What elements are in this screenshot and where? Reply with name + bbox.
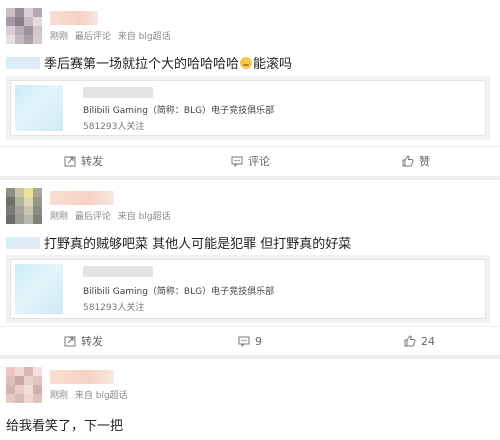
- repost-button[interactable]: 转发: [64, 147, 103, 175]
- supertopic-card[interactable]: Bilibili Gaming（简称：BLG）电子竞技俱乐部 581293人关注: [10, 80, 486, 136]
- post-content: 季后赛第一场就拉个大的哈哈哈哈 能滚吗: [6, 53, 292, 72]
- comment-icon: [231, 156, 243, 167]
- post-content: 给我看笑了，下一把: [6, 415, 123, 434]
- comment-button[interactable]: 9: [238, 327, 262, 355]
- supertopic-name: [83, 87, 153, 98]
- supertopic-thumbnail: [15, 264, 63, 314]
- like-button[interactable]: 24: [404, 327, 435, 355]
- comment-button[interactable]: 评论: [231, 147, 270, 175]
- repost-label: 转发: [81, 155, 103, 168]
- post-source[interactable]: 来自 blg超话: [118, 32, 171, 42]
- post-source[interactable]: 来自 blg超话: [118, 212, 171, 222]
- thumbs-up-icon: [404, 335, 416, 347]
- post-kind: 最后评论: [74, 32, 111, 42]
- post-time: 刚刚: [50, 212, 69, 222]
- post-text: 给我看笑了，下一把: [6, 419, 124, 434]
- repost-button[interactable]: 转发: [64, 327, 103, 355]
- comment-label: 评论: [248, 155, 270, 168]
- weibo-feed: 刚刚 最后评论 来自 blg超话 季后赛第一场就拉个大的哈哈哈哈 能滚吗 Bili…: [0, 0, 500, 440]
- supertopic-card[interactable]: Bilibili Gaming（简称：BLG）电子竞技俱乐部 581293人关注: [10, 259, 486, 319]
- repost-box[interactable]: Bilibili Gaming（简称：BLG）电子竞技俱乐部 581293人关注: [6, 255, 490, 323]
- action-bar: 转发 9 24: [0, 326, 500, 355]
- post-text: 打野真的贼够吧菜 其他人可能是犯罪 但打野真的好菜: [44, 237, 352, 252]
- avatar[interactable]: [6, 8, 42, 44]
- supertopic-title: Bilibili Gaming（简称：BLG）电子竞技俱乐部: [83, 287, 275, 297]
- post-meta: 刚刚 最后评论 来自 blg超话: [50, 29, 175, 42]
- supertopic-name: [83, 266, 153, 277]
- post-text: 季后赛第一场就拉个大的哈哈哈哈: [44, 57, 240, 72]
- post-meta: 刚刚 最后评论 来自 blg超话: [50, 209, 175, 222]
- supertopic-title: Bilibili Gaming（简称：BLG）电子竞技俱乐部: [83, 106, 275, 116]
- post-card: 刚刚 最后评论 来自 blg超话 季后赛第一场就拉个大的哈哈哈哈 能滚吗 Bili…: [0, 0, 500, 176]
- post-card: 刚刚 来自 blg超话 给我看笑了，下一把: [0, 359, 500, 440]
- avatar[interactable]: [6, 188, 42, 224]
- action-bar: 转发 评论 赞: [0, 146, 500, 175]
- post-card: 刚刚 最后评论 来自 blg超话 打野真的贼够吧菜 其他人可能是犯罪 但打野真的…: [0, 180, 500, 355]
- post-text-end: 能滚吗: [253, 57, 293, 72]
- mention-link[interactable]: [6, 237, 40, 249]
- username[interactable]: [50, 370, 114, 384]
- post-source[interactable]: 来自 blg超话: [75, 391, 128, 401]
- avatar[interactable]: [6, 367, 42, 403]
- repost-label: 转发: [81, 335, 103, 348]
- like-label: 赞: [419, 155, 430, 168]
- post-content: 打野真的贼够吧菜 其他人可能是犯罪 但打野真的好菜: [6, 233, 351, 252]
- supertopic-thumbnail: [15, 85, 63, 131]
- repost-box[interactable]: Bilibili Gaming（简称：BLG）电子竞技俱乐部 581293人关注: [6, 76, 490, 140]
- like-count: 24: [421, 334, 435, 348]
- post-time: 刚刚: [50, 391, 69, 401]
- repost-icon: [64, 336, 76, 347]
- smiling-face-icon: [240, 57, 253, 69]
- repost-icon: [64, 156, 76, 167]
- supertopic-followers: 581293人关注: [83, 303, 145, 313]
- mention-link[interactable]: [6, 57, 40, 69]
- like-button[interactable]: 赞: [402, 147, 430, 175]
- thumbs-up-icon: [402, 155, 414, 167]
- comment-icon: [238, 336, 250, 347]
- post-kind: 最后评论: [74, 212, 111, 222]
- comment-count: 9: [255, 334, 262, 348]
- post-meta: 刚刚 来自 blg超话: [50, 388, 132, 401]
- supertopic-followers: 581293人关注: [83, 122, 145, 132]
- username[interactable]: [50, 11, 98, 25]
- username[interactable]: [50, 191, 114, 205]
- post-time: 刚刚: [50, 32, 69, 42]
